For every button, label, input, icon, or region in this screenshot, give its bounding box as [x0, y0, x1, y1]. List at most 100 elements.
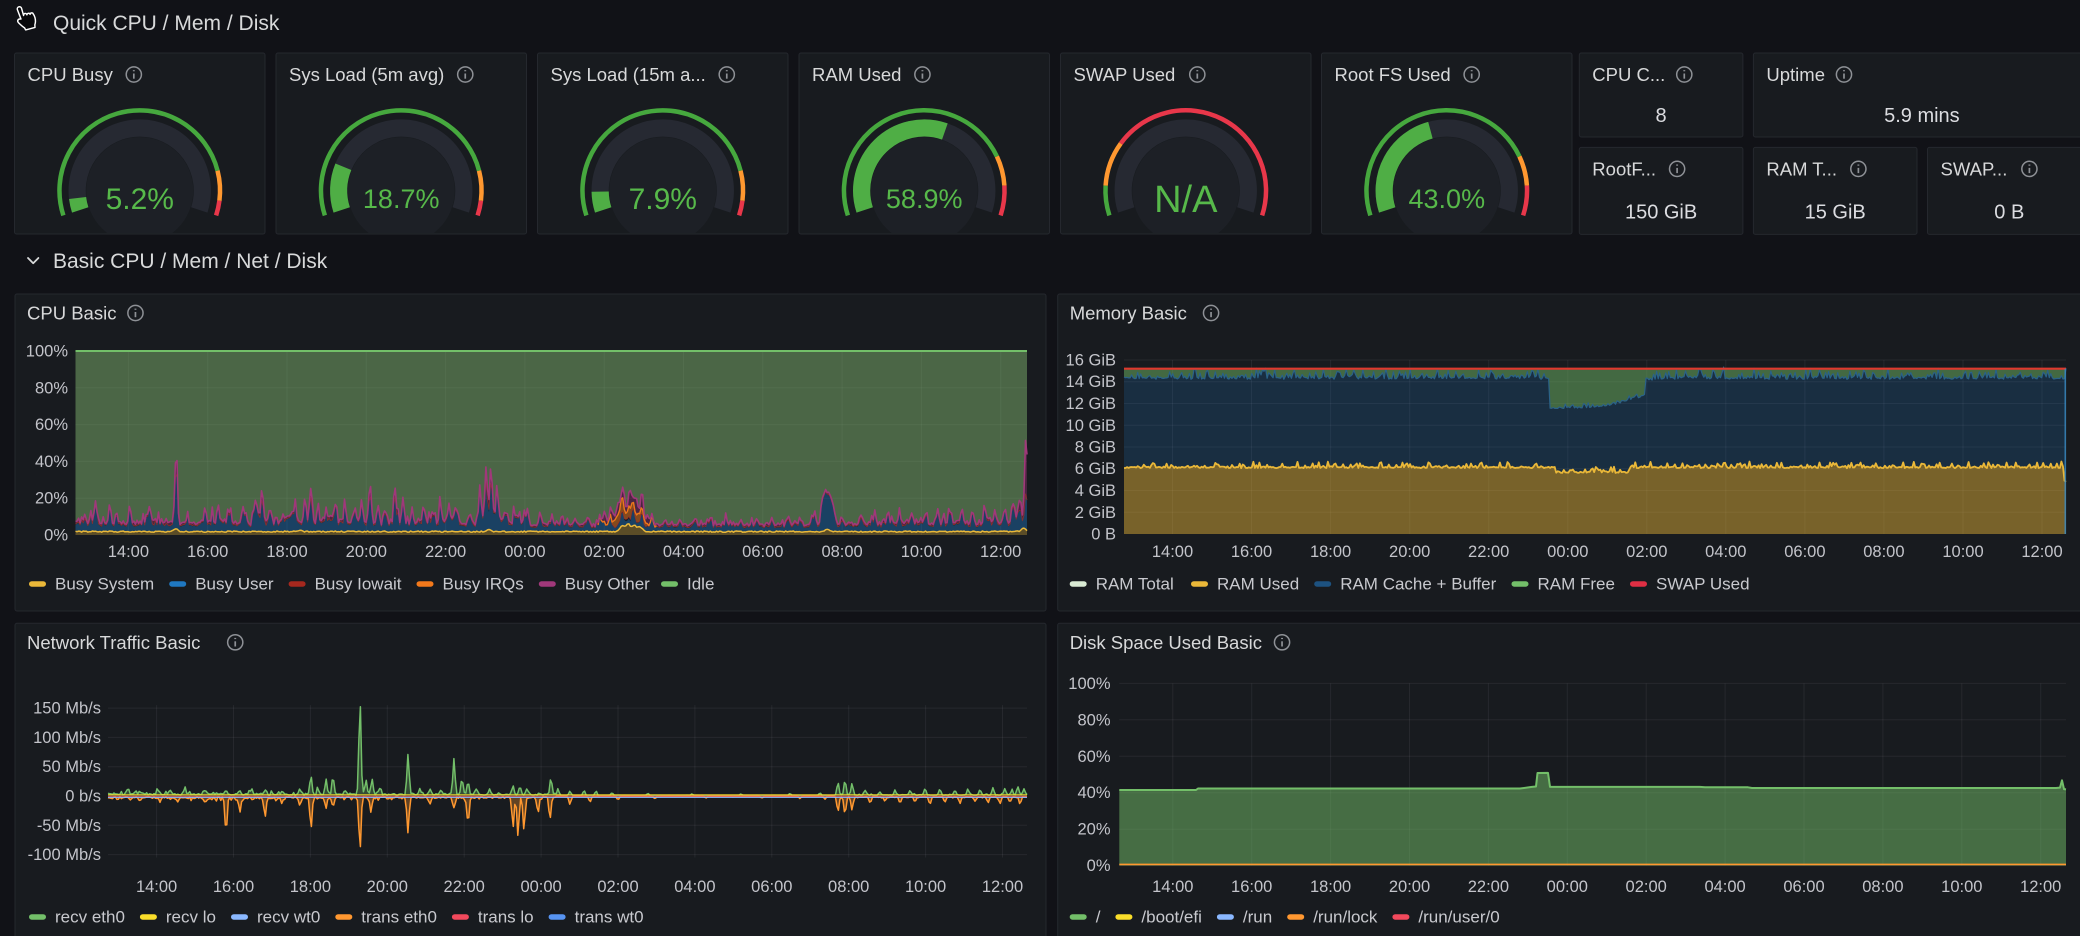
svg-text:08:00: 08:00	[828, 878, 869, 896]
svg-text:Root FS Used: Root FS Used	[1335, 64, 1451, 85]
svg-text:02:00: 02:00	[1626, 543, 1667, 561]
svg-text:22:00: 22:00	[444, 878, 485, 896]
svg-text:12 GiB: 12 GiB	[1066, 395, 1116, 413]
svg-text:/: /	[1096, 908, 1101, 927]
svg-text:N/A: N/A	[1154, 179, 1218, 221]
svg-text:06:00: 06:00	[751, 878, 792, 896]
svg-text:RAM Used: RAM Used	[812, 64, 901, 85]
svg-text:08:00: 08:00	[1862, 878, 1903, 896]
svg-text:14:00: 14:00	[1152, 543, 1193, 561]
svg-text:12:00: 12:00	[2021, 543, 2062, 561]
svg-text:40%: 40%	[35, 453, 68, 471]
svg-text:18:00: 18:00	[290, 878, 331, 896]
svg-text:5.2%: 5.2%	[106, 183, 174, 216]
svg-text:60%: 60%	[1077, 748, 1110, 766]
svg-text:20%: 20%	[1077, 821, 1110, 839]
svg-text:06:00: 06:00	[1784, 543, 1825, 561]
svg-text:04:00: 04:00	[1705, 543, 1746, 561]
svg-text:CPU Busy: CPU Busy	[28, 64, 114, 85]
svg-text:7.9%: 7.9%	[629, 183, 697, 216]
svg-text:0%: 0%	[1087, 857, 1111, 875]
svg-text:RootF...: RootF...	[1592, 158, 1656, 179]
svg-text:80%: 80%	[35, 379, 68, 397]
svg-text:SWAP...: SWAP...	[1941, 158, 2008, 179]
svg-text:20:00: 20:00	[1389, 543, 1430, 561]
svg-text:10 GiB: 10 GiB	[1066, 417, 1116, 435]
svg-text:/run/lock: /run/lock	[1313, 908, 1378, 927]
svg-text:/boot/efi: /boot/efi	[1141, 908, 1202, 927]
svg-text:0%: 0%	[44, 527, 68, 545]
svg-text:22:00: 22:00	[1468, 878, 1509, 896]
svg-text:150 GiB: 150 GiB	[1625, 201, 1697, 223]
svg-text:6 GiB: 6 GiB	[1075, 460, 1116, 478]
svg-text:14:00: 14:00	[1152, 878, 1193, 896]
svg-text:80%: 80%	[1077, 711, 1110, 729]
svg-text:14 GiB: 14 GiB	[1066, 373, 1116, 391]
svg-text:60%: 60%	[35, 416, 68, 434]
svg-text:18.7%: 18.7%	[363, 184, 440, 214]
svg-text:CPU C...: CPU C...	[1592, 64, 1665, 85]
svg-text:00:00: 00:00	[504, 543, 545, 561]
svg-text:12:00: 12:00	[980, 543, 1021, 561]
svg-text:50 Mb/s: 50 Mb/s	[42, 758, 101, 776]
svg-text:08:00: 08:00	[1863, 543, 1904, 561]
svg-text:4 GiB: 4 GiB	[1075, 482, 1116, 500]
svg-text:14:00: 14:00	[108, 543, 149, 561]
svg-text:trans eth0: trans eth0	[361, 908, 437, 927]
svg-text:00:00: 00:00	[1547, 878, 1588, 896]
svg-text:02:00: 02:00	[597, 878, 638, 896]
svg-text:06:00: 06:00	[742, 543, 783, 561]
svg-text:12:00: 12:00	[2020, 878, 2061, 896]
svg-text:Sys Load (5m avg): Sys Load (5m avg)	[289, 64, 444, 85]
svg-text:20:00: 20:00	[346, 543, 387, 561]
svg-text:16:00: 16:00	[213, 878, 254, 896]
svg-text:trans wt0: trans wt0	[575, 908, 644, 927]
svg-text:22:00: 22:00	[1468, 543, 1509, 561]
svg-text:12:00: 12:00	[982, 878, 1023, 896]
svg-text:Disk Space Used Basic: Disk Space Used Basic	[1070, 632, 1262, 653]
svg-text:40%: 40%	[1077, 784, 1110, 802]
svg-text:Basic CPU / Mem / Net / Disk: Basic CPU / Mem / Net / Disk	[53, 250, 328, 273]
svg-text:RAM Used: RAM Used	[1217, 575, 1299, 594]
svg-text:100%: 100%	[1068, 675, 1111, 693]
svg-text:/run: /run	[1243, 908, 1272, 927]
svg-text:Sys Load (15m a...: Sys Load (15m a...	[551, 64, 706, 85]
svg-text:08:00: 08:00	[821, 543, 862, 561]
svg-text:Network Traffic Basic: Network Traffic Basic	[27, 632, 200, 653]
svg-text:8: 8	[1656, 105, 1667, 127]
svg-text:18:00: 18:00	[1310, 543, 1351, 561]
svg-text:00:00: 00:00	[520, 878, 561, 896]
svg-text:43.0%: 43.0%	[1409, 184, 1486, 214]
svg-text:16:00: 16:00	[1231, 878, 1272, 896]
svg-text:SWAP Used: SWAP Used	[1074, 64, 1176, 85]
svg-text:0 B: 0 B	[1994, 201, 2024, 223]
svg-text:RAM Total: RAM Total	[1096, 575, 1174, 594]
svg-text:16:00: 16:00	[1231, 543, 1272, 561]
svg-text:RAM T...: RAM T...	[1766, 158, 1837, 179]
svg-text:14:00: 14:00	[136, 878, 177, 896]
svg-text:0 b/s: 0 b/s	[65, 788, 101, 806]
svg-text:2 GiB: 2 GiB	[1075, 504, 1116, 522]
svg-text:18:00: 18:00	[266, 543, 307, 561]
svg-text:10:00: 10:00	[1942, 543, 1983, 561]
svg-text:18:00: 18:00	[1310, 878, 1351, 896]
svg-text:Uptime: Uptime	[1766, 64, 1825, 85]
svg-text:10:00: 10:00	[905, 878, 946, 896]
svg-text:-100 Mb/s: -100 Mb/s	[28, 846, 101, 864]
svg-text:trans lo: trans lo	[478, 908, 534, 927]
svg-text:Busy IRQs: Busy IRQs	[443, 575, 524, 594]
svg-text:Idle: Idle	[687, 575, 714, 594]
svg-text:RAM Cache + Buffer: RAM Cache + Buffer	[1340, 575, 1496, 594]
svg-text:06:00: 06:00	[1783, 878, 1824, 896]
svg-text:recv lo: recv lo	[166, 908, 216, 927]
svg-text:100%: 100%	[26, 343, 69, 361]
svg-text:0 B: 0 B	[1091, 526, 1116, 544]
svg-text:/run/user/0: /run/user/0	[1418, 908, 1499, 927]
svg-text:CPU Basic: CPU Basic	[27, 303, 116, 324]
svg-text:Busy User: Busy User	[195, 575, 274, 594]
svg-text:00:00: 00:00	[1547, 543, 1588, 561]
svg-text:16:00: 16:00	[187, 543, 228, 561]
svg-text:5.9 mins: 5.9 mins	[1884, 105, 1960, 127]
svg-text:20:00: 20:00	[367, 878, 408, 896]
svg-text:Busy System: Busy System	[55, 575, 154, 594]
